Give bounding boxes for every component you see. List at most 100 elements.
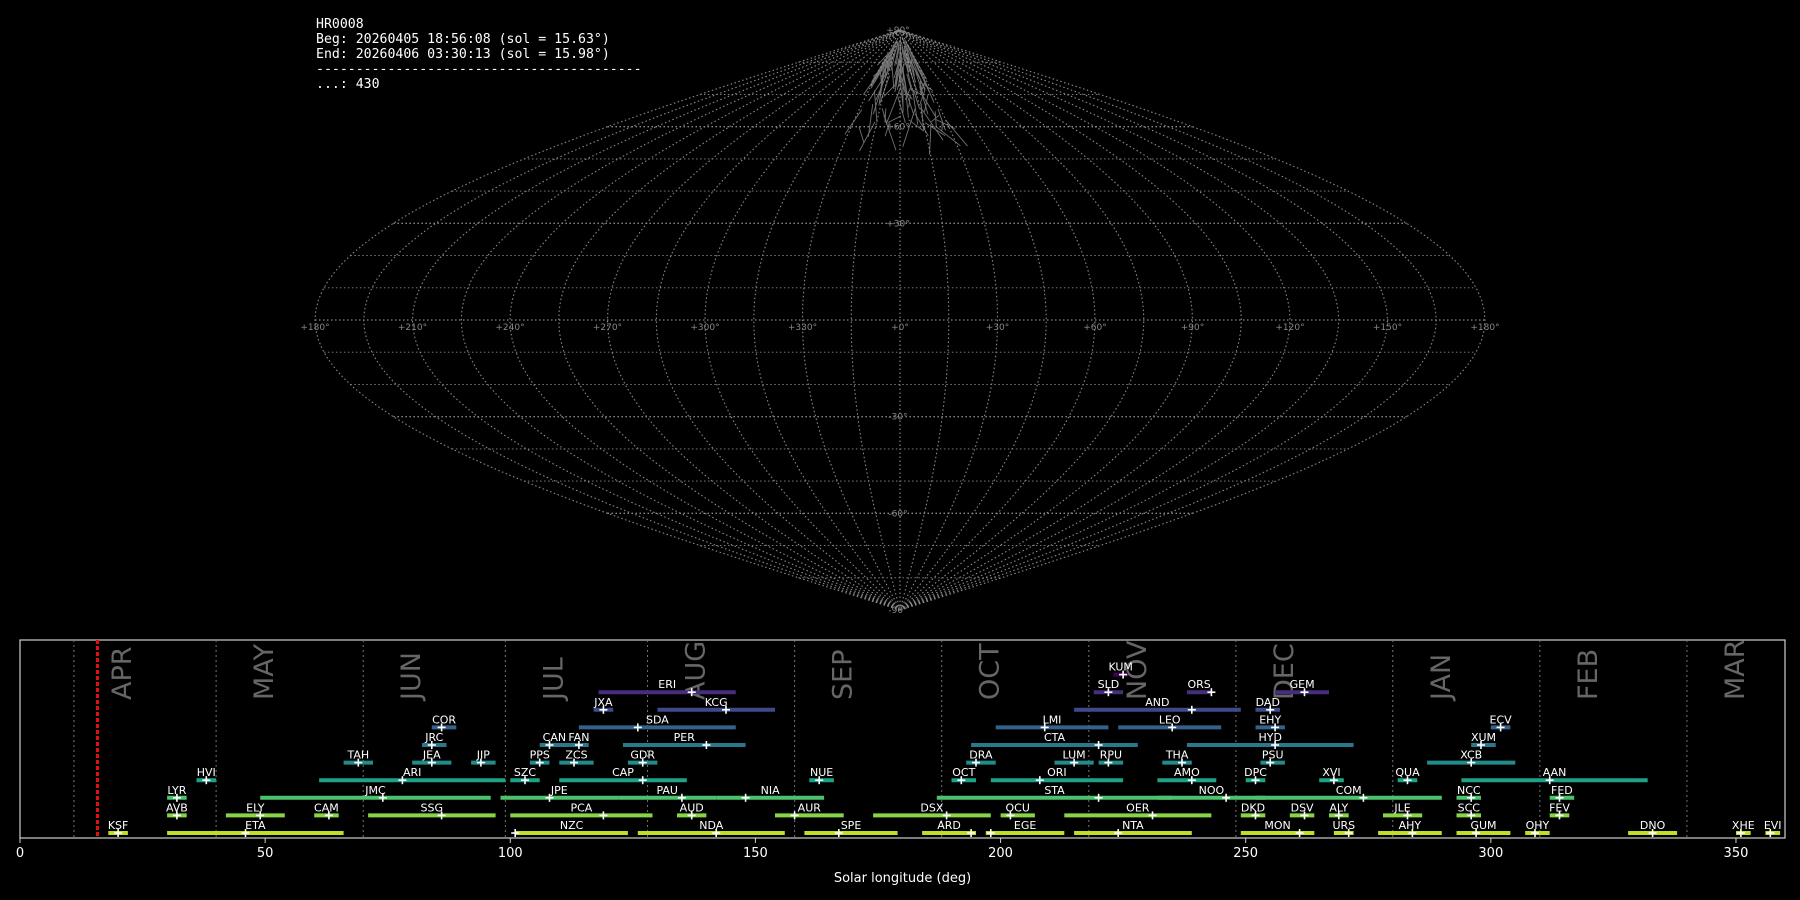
shower-label: AUD bbox=[680, 801, 704, 814]
shower-label: URS bbox=[1332, 819, 1355, 832]
shower-label: XCB bbox=[1460, 749, 1482, 762]
shower-label: AHY bbox=[1399, 819, 1422, 832]
shower-label: ARD bbox=[937, 819, 961, 832]
x-tick-label: 150 bbox=[743, 846, 768, 861]
shower-label: CAN bbox=[543, 731, 566, 744]
shower-label: AVB bbox=[166, 801, 188, 814]
month-label: JUN bbox=[396, 652, 427, 702]
shower-label: JPE bbox=[550, 784, 568, 797]
shower-label: PER bbox=[674, 731, 696, 744]
shower-label: COR bbox=[432, 713, 456, 726]
shower-label: ORI bbox=[1047, 766, 1067, 779]
shower-label: HYD bbox=[1258, 731, 1281, 744]
shower-label: PAU bbox=[656, 784, 678, 797]
shower-label: AAN bbox=[1543, 766, 1567, 779]
shower-label: CTA bbox=[1044, 731, 1066, 744]
month-label: MAR bbox=[1720, 639, 1751, 700]
shower-label: COM bbox=[1336, 784, 1362, 797]
x-axis-label: Solar longitude (deg) bbox=[834, 871, 971, 886]
shower-label: NDA bbox=[699, 819, 724, 832]
shower-label: ORS bbox=[1187, 678, 1210, 691]
shower-label: XUM bbox=[1471, 731, 1496, 744]
shower-label: KUM bbox=[1108, 661, 1132, 674]
shower-label: DAD bbox=[1256, 696, 1280, 709]
shower-label: JXA bbox=[593, 696, 613, 709]
shower-label: OER bbox=[1126, 801, 1150, 814]
month-label: FEB bbox=[1573, 649, 1604, 700]
shower-label: ARI bbox=[403, 766, 421, 779]
shower-label: QUA bbox=[1395, 766, 1420, 779]
x-tick-label: 350 bbox=[1724, 846, 1749, 861]
shower-label: EGE bbox=[1014, 819, 1036, 832]
shower-label: STA bbox=[1044, 784, 1065, 797]
shower-label: FAN bbox=[568, 731, 589, 744]
x-tick-label: 0 bbox=[16, 846, 24, 861]
shower-label: GUM bbox=[1470, 819, 1496, 832]
month-label: APR bbox=[107, 646, 138, 700]
shower-label: RPU bbox=[1100, 749, 1122, 762]
shower-label: NIA bbox=[761, 784, 780, 797]
month-label: JUL bbox=[538, 657, 569, 702]
month-label: MAY bbox=[249, 643, 280, 700]
shower-label: AUR bbox=[798, 801, 822, 814]
shower-label: KSF bbox=[108, 819, 129, 832]
shower-label: DPC bbox=[1244, 766, 1267, 779]
shower-label: NOO bbox=[1199, 784, 1225, 797]
shower-label: JIP bbox=[476, 749, 490, 762]
shower-label: EHY bbox=[1259, 713, 1281, 726]
shower-label: LUM bbox=[1063, 749, 1086, 762]
shower-label: OCU bbox=[1006, 801, 1030, 814]
shower-label: PCA bbox=[570, 801, 592, 814]
shower-label: JMC bbox=[364, 784, 386, 797]
shower-label: SSG bbox=[421, 801, 444, 814]
shower-label: DSX bbox=[920, 801, 943, 814]
x-tick-label: 50 bbox=[257, 846, 274, 861]
shower-label: HVI bbox=[197, 766, 216, 779]
shower-label: SDA bbox=[646, 713, 669, 726]
shower-timeline: APR MAY JUN JUL AUG SEP OCT NOV DEC JAN FEB MARKSF E… bbox=[16, 639, 1786, 886]
shower-label: NTA bbox=[1122, 819, 1144, 832]
shower-label: SPE bbox=[841, 819, 862, 832]
x-tick-label: 100 bbox=[498, 846, 523, 861]
shower-label: ETA bbox=[245, 819, 266, 832]
shower-label: SCC bbox=[1458, 801, 1481, 814]
shower-label: OHY bbox=[1526, 819, 1550, 832]
shower-label: EVI bbox=[1764, 819, 1782, 832]
shower-label: GDR bbox=[630, 749, 655, 762]
shower-label: NCC bbox=[1457, 784, 1481, 797]
shower-label: LMI bbox=[1043, 713, 1062, 726]
month-label: JAN bbox=[1426, 654, 1457, 702]
shower-label: CAM bbox=[314, 801, 339, 814]
shower-label: LEO bbox=[1159, 713, 1181, 726]
x-tick-label: 200 bbox=[988, 846, 1013, 861]
shower-label: JLE bbox=[1393, 801, 1410, 814]
shower-label: AND bbox=[1145, 696, 1169, 709]
shower-label: XHE bbox=[1732, 819, 1755, 832]
shower-label: XVI bbox=[1322, 766, 1340, 779]
shower-label: FED bbox=[1551, 784, 1573, 797]
shower-label: ERI bbox=[658, 678, 676, 691]
shower-label: DRA bbox=[969, 749, 993, 762]
shower-label: GEM bbox=[1290, 678, 1315, 691]
shower-label: SZC bbox=[514, 766, 537, 779]
month-label: SEP bbox=[828, 650, 859, 700]
shower-label: JRC bbox=[424, 731, 443, 744]
shower-label: MON bbox=[1264, 819, 1290, 832]
month-label: OCT bbox=[975, 643, 1006, 700]
shower-label: CAP bbox=[612, 766, 634, 779]
shower-label: AMO bbox=[1174, 766, 1200, 779]
shower-label: OCT bbox=[952, 766, 975, 779]
shower-label: ELY bbox=[246, 801, 265, 814]
shower-label: DKD bbox=[1241, 801, 1265, 814]
shower-label: SLD bbox=[1098, 678, 1120, 691]
timeline-frame bbox=[19, 639, 1786, 839]
shower-label: PPS bbox=[530, 749, 550, 762]
shower-label: TAH bbox=[346, 749, 369, 762]
x-tick-label: 250 bbox=[1233, 846, 1258, 861]
shower-label: PSU bbox=[1262, 749, 1284, 762]
shower-label: DSV bbox=[1291, 801, 1314, 814]
shower-label: NUE bbox=[810, 766, 833, 779]
shower-label: LYR bbox=[167, 784, 186, 797]
shower-label: ZCS bbox=[565, 749, 587, 762]
x-tick-label: 300 bbox=[1478, 846, 1503, 861]
